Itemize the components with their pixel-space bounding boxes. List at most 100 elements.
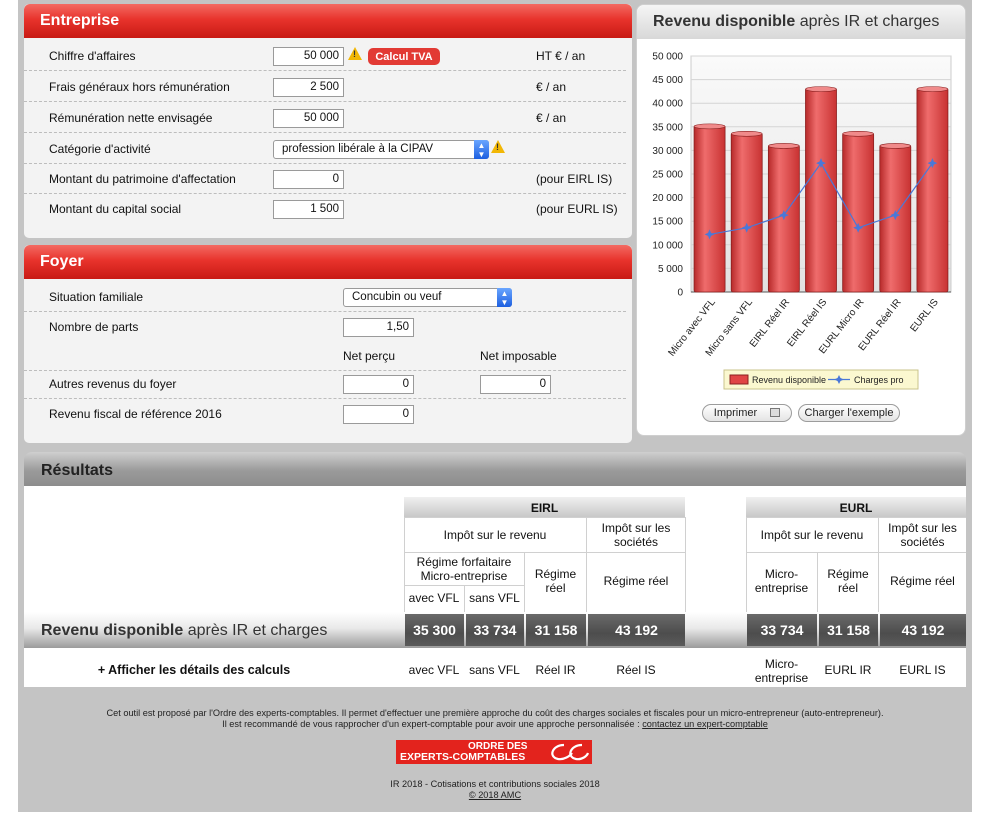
- categorie-label: Catégorie d'activité: [49, 142, 151, 156]
- eirl-is-regime-reel-header: Régime réel: [603, 574, 669, 588]
- eurl-ir-header: Impôt sur le revenu: [760, 528, 864, 542]
- legend-swatch-revenu: [729, 374, 749, 385]
- grid-line: [524, 552, 525, 612]
- contact-link[interactable]: contactez un expert-comptable: [642, 719, 768, 729]
- grid-line: [685, 517, 686, 612]
- x-tick-label: EURL IS: [908, 297, 941, 334]
- eurl-group-header: EURL: [746, 497, 966, 517]
- rfr-input[interactable]: 0: [343, 405, 414, 424]
- label-reel-is: Réel IS: [616, 663, 656, 677]
- label-reel-ir: Réel IR: [535, 663, 576, 677]
- eurl-is-header: Impôt sur les sociétés: [888, 521, 957, 549]
- foyer-header: Foyer: [24, 245, 632, 279]
- patrimoine-input[interactable]: 0: [273, 170, 344, 189]
- y-tick-label: 30 000: [652, 146, 683, 157]
- footer-copyright[interactable]: © 2018 AMC: [18, 790, 972, 800]
- chart-title-rest: après IR et charges: [795, 13, 940, 30]
- y-tick-label: 10 000: [652, 240, 683, 251]
- foyer-title: Foyer: [40, 253, 84, 270]
- print-button[interactable]: Imprimer: [702, 404, 792, 422]
- y-tick-label: 45 000: [652, 75, 683, 86]
- situation-label: Situation familiale: [49, 290, 144, 304]
- y-tick-label: 50 000: [652, 52, 683, 63]
- chart-bar: [730, 132, 763, 293]
- y-tick-label: 15 000: [652, 217, 683, 228]
- eurl-regime-reel-header: Régime réel: [827, 567, 869, 595]
- eirl-is-header: Impôt sur les sociétés: [601, 521, 671, 549]
- remuneration-row: Rémunération nette envisagée 50 000 € / …: [24, 103, 626, 133]
- net-percu-header: Net perçu: [343, 349, 396, 363]
- avec-vfl-header: avec VFL: [408, 591, 460, 605]
- autres-percu-input[interactable]: 0: [343, 375, 414, 394]
- logo-ec-mark: [551, 743, 590, 761]
- result-value-micro-avec-vfl: 35 300: [405, 614, 464, 646]
- result-value-eurl-is: 43 192: [880, 614, 966, 646]
- logo-line2: EXPERTS-COMPTABLES: [400, 751, 526, 763]
- eirl-regime-reel-header: Régime réel: [534, 567, 577, 595]
- capital-input[interactable]: 1 500: [273, 200, 344, 219]
- remuneration-input[interactable]: 50 000: [273, 109, 344, 128]
- ca-row: Chiffre d'affaires 50 000 ! Calcul TVA H…: [24, 41, 626, 71]
- chart-bar-top: [768, 143, 800, 149]
- eurl-is-regime-reel-header: Régime réel: [890, 574, 955, 588]
- grid-line: [878, 517, 879, 612]
- label-sans-vfl: sans VFL: [469, 663, 520, 677]
- calcul-tva-button[interactable]: Calcul TVA: [368, 48, 440, 65]
- warning-icon: !: [491, 140, 505, 153]
- ca-unit: HT € / an: [536, 49, 586, 63]
- select-arrows-icon: ▲ ▼: [497, 288, 512, 307]
- select-arrows-icon: ▲ ▼: [474, 140, 489, 159]
- eirl-group-header: EIRL: [404, 497, 685, 517]
- footer-ir-line: IR 2018 - Cotisations et contributions s…: [390, 779, 600, 789]
- grid-line: [586, 517, 587, 612]
- chart-bar-top: [842, 130, 874, 137]
- load-example-button[interactable]: Charger l'exemple: [798, 404, 900, 422]
- categorie-select[interactable]: profession libérale à la CIPAV ▲ ▼: [273, 140, 489, 159]
- net-headers-row: Net perçu Net imposable: [24, 341, 626, 371]
- load-example-label: Charger l'exemple: [804, 407, 894, 419]
- ca-input[interactable]: 50 000: [273, 47, 344, 66]
- rfr-row: Revenu fiscal de référence 2016 0: [24, 399, 626, 429]
- y-tick-label: 40 000: [652, 99, 683, 110]
- autres-row: Autres revenus du foyer 0 0: [24, 369, 626, 399]
- chart-bar-top: [916, 86, 949, 92]
- frais-input[interactable]: 2 500: [273, 78, 344, 97]
- footer-line2: Il est recommandé de vous rapprocher d'u…: [18, 719, 972, 729]
- situation-value: Concubin ou veuf: [352, 291, 442, 303]
- results-title: Résultats: [41, 462, 114, 479]
- frais-row: Frais généraux hors rémunération 2 500 €…: [24, 72, 626, 102]
- entreprise-title: Entreprise: [40, 12, 120, 29]
- legend-label-revenu: Revenu disponible: [752, 375, 826, 385]
- grid-line: [817, 552, 818, 612]
- situation-select[interactable]: Concubin ou veuf ▲ ▼: [343, 288, 512, 307]
- chart-bar-top: [805, 86, 837, 92]
- grid-line: [746, 517, 747, 612]
- chart-bar-top: [693, 123, 726, 130]
- parts-row: Nombre de parts 1,50: [24, 312, 626, 342]
- capital-row: Montant du capital social 1 500 (pour EU…: [24, 194, 626, 224]
- entreprise-header: Entreprise: [24, 4, 632, 38]
- ordre-experts-logo: ORDRE DES EXPERTS-COMPTABLES: [396, 740, 592, 764]
- remuneration-unit: € / an: [536, 111, 567, 125]
- categorie-value: profession libérale à la CIPAV: [282, 143, 434, 155]
- remuneration-label: Rémunération nette envisagée: [49, 111, 213, 125]
- sans-vfl-header: sans VFL: [469, 591, 520, 605]
- grid-line: [464, 585, 465, 612]
- micro-entreprise-header: Micro-entreprise: [754, 567, 809, 595]
- situation-row: Situation familiale Concubin ou veuf ▲ ▼: [24, 282, 626, 312]
- autres-label: Autres revenus du foyer: [49, 377, 177, 391]
- y-tick-label: 35 000: [652, 122, 683, 133]
- chart-title-bold: Revenu disponible: [653, 13, 796, 30]
- result-value-eurl-micro: 33 734: [747, 614, 817, 646]
- rfr-label: Revenu fiscal de référence 2016: [49, 407, 222, 421]
- printer-icon: [770, 408, 781, 417]
- patrimoine-row: Montant du patrimoine d'affectation 0 (p…: [24, 164, 626, 194]
- autres-imposable-input[interactable]: 0: [480, 375, 551, 394]
- result-value-eirl-reel-ir: 31 158: [526, 614, 586, 646]
- warning-icon: !: [348, 47, 362, 60]
- chart-bar: [916, 87, 949, 293]
- results-header: Résultats: [24, 452, 966, 486]
- parts-input[interactable]: 1,50: [343, 318, 414, 337]
- regime-forfaitaire-header: Régime forfaitaire Micro-entreprise: [416, 555, 512, 583]
- details-link[interactable]: + Afficher les détails des calculs: [24, 656, 364, 684]
